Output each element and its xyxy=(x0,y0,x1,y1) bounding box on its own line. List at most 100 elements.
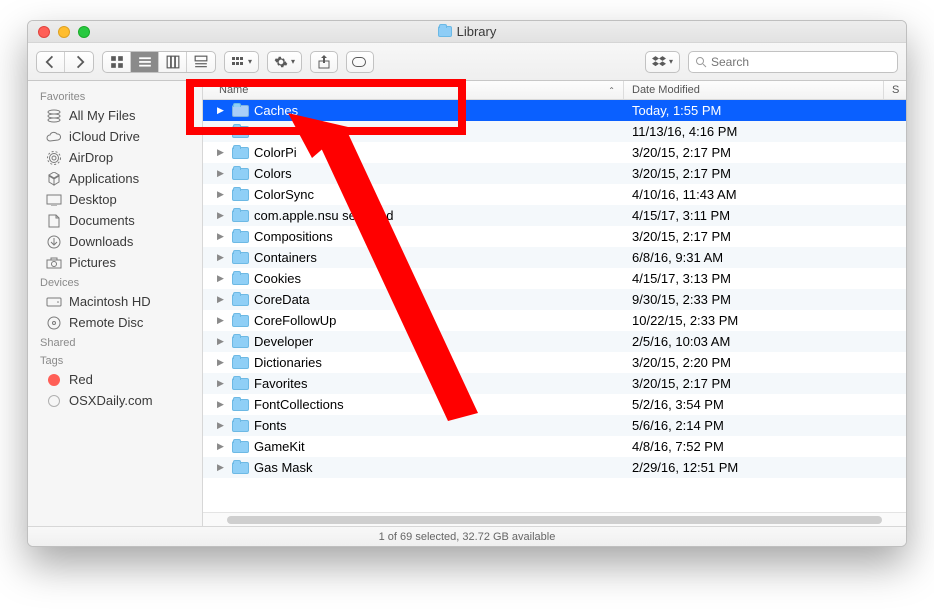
horizontal-scrollbar[interactable] xyxy=(203,512,906,526)
sidebar-item[interactable]: Desktop xyxy=(28,189,202,210)
column-view-button[interactable] xyxy=(159,52,187,72)
titlebar[interactable]: Library xyxy=(28,21,906,43)
list-view-button[interactable] xyxy=(131,52,159,72)
doc-icon xyxy=(46,214,62,228)
disclosure-triangle-icon[interactable]: ▶ xyxy=(217,105,227,116)
folder-icon xyxy=(232,231,249,243)
file-name: CoreFollowUp xyxy=(254,313,336,328)
sidebar-item-label: OSXDaily.com xyxy=(69,393,153,408)
column-header-date[interactable]: Date Modified xyxy=(624,81,884,99)
app-icon xyxy=(46,172,62,186)
disclosure-triangle-icon[interactable]: ▶ xyxy=(217,336,227,347)
file-row[interactable]: ▶Developer2/5/16, 10:03 AM xyxy=(203,331,906,352)
disclosure-triangle-icon[interactable]: ▶ xyxy=(217,126,227,137)
status-bar: 1 of 69 selected, 32.72 GB available xyxy=(28,526,906,546)
disclosure-triangle-icon[interactable]: ▶ xyxy=(217,210,227,221)
share-button[interactable] xyxy=(310,51,338,73)
sidebar-item[interactable]: iCloud Drive xyxy=(28,126,202,147)
file-row[interactable]: ▶CachesToday, 1:55 PM xyxy=(203,100,906,121)
column-header-size[interactable]: S xyxy=(884,81,906,99)
file-row[interactable]: ▶Cookies4/15/17, 3:13 PM xyxy=(203,268,906,289)
sidebar-item[interactable]: Red xyxy=(28,369,202,390)
window-proxy-icon[interactable] xyxy=(438,26,452,37)
search-field[interactable] xyxy=(688,51,898,73)
sidebar-item[interactable]: Downloads xyxy=(28,231,202,252)
file-row[interactable]: ▶GameKit4/8/16, 7:52 PM xyxy=(203,436,906,457)
disclosure-triangle-icon[interactable]: ▶ xyxy=(217,294,227,305)
disclosure-triangle-icon[interactable]: ▶ xyxy=(217,315,227,326)
sidebar-item[interactable]: Pictures xyxy=(28,252,202,273)
sidebar-item[interactable]: OSXDaily.com xyxy=(28,390,202,411)
folder-icon xyxy=(232,441,249,453)
sidebar-item[interactable]: AirDrop xyxy=(28,147,202,168)
file-date: 5/2/16, 3:54 PM xyxy=(624,397,884,412)
coverflow-view-button[interactable] xyxy=(187,52,215,72)
file-row[interactable]: ▶ColorSync4/10/16, 11:43 AM xyxy=(203,184,906,205)
file-name: Favorites xyxy=(254,376,307,391)
disclosure-triangle-icon[interactable]: ▶ xyxy=(217,252,227,263)
file-row[interactable]: ▶Colors3/20/15, 2:17 PM xyxy=(203,163,906,184)
disclosure-triangle-icon[interactable]: ▶ xyxy=(217,168,227,179)
close-window-button[interactable] xyxy=(38,26,50,38)
back-button[interactable] xyxy=(37,52,65,72)
folder-icon xyxy=(232,315,249,327)
sort-indicator-icon: ⌃ xyxy=(608,86,615,95)
file-row[interactable]: ▶Gas Mask2/29/16, 12:51 PM xyxy=(203,457,906,478)
sidebar-item-label: Macintosh HD xyxy=(69,294,151,309)
file-date: 6/8/16, 9:31 AM xyxy=(624,250,884,265)
file-row[interactable]: ▶ColorPi3/20/15, 2:17 PM xyxy=(203,142,906,163)
disclosure-triangle-icon[interactable]: ▶ xyxy=(217,378,227,389)
sidebar-item[interactable]: Macintosh HD xyxy=(28,291,202,312)
search-input[interactable] xyxy=(711,55,891,69)
sidebar-item[interactable]: Documents xyxy=(28,210,202,231)
dropbox-button[interactable]: ▾ xyxy=(645,51,680,73)
sidebar-item[interactable]: All My Files xyxy=(28,105,202,126)
file-row[interactable]: ▶ Favorites 3/20/15, 2:17 PM xyxy=(203,373,906,394)
icon-view-button[interactable] xyxy=(103,52,131,72)
scrollbar-thumb[interactable] xyxy=(227,516,882,524)
disclosure-triangle-icon[interactable]: ▶ xyxy=(217,189,227,200)
disclosure-triangle-icon[interactable]: ▶ xyxy=(217,441,227,452)
disclosure-triangle-icon[interactable]: ▶ xyxy=(217,231,227,242)
file-row[interactable]: ▶FontCollections5/2/16, 3:54 PM xyxy=(203,394,906,415)
file-row[interactable]: ▶Compositions3/20/15, 2:17 PM xyxy=(203,226,906,247)
column-header-name[interactable]: Name ⌃ xyxy=(203,81,624,99)
desktop-icon xyxy=(46,193,62,207)
file-row[interactable]: ▶CoreFollowUp10/22/15, 2:33 PM xyxy=(203,310,906,331)
disclosure-triangle-icon[interactable]: ▶ xyxy=(217,273,227,284)
file-row[interactable]: ▶Fonts5/6/16, 2:14 PM xyxy=(203,415,906,436)
disclosure-triangle-icon[interactable]: ▶ xyxy=(217,399,227,410)
action-button[interactable]: ▾ xyxy=(267,51,302,73)
disclosure-triangle-icon[interactable]: ▶ xyxy=(217,147,227,158)
folder-icon xyxy=(232,147,249,159)
file-row[interactable]: ▶com.apple.nsu sessiond4/15/17, 3:11 PM xyxy=(203,205,906,226)
chevron-down-icon: ▾ xyxy=(291,57,295,66)
down-icon xyxy=(46,235,62,249)
file-row[interactable]: ▶11/13/16, 4:16 PM xyxy=(203,121,906,142)
folder-icon xyxy=(232,210,249,222)
sidebar-section-header: Shared xyxy=(28,333,202,351)
sidebar-item-label: AirDrop xyxy=(69,150,113,165)
folder-icon xyxy=(232,294,249,306)
file-name: Fonts xyxy=(254,418,287,433)
toolbar: ▾ ▾ ▾ xyxy=(28,43,906,81)
arrange-button[interactable]: ▾ xyxy=(224,51,259,73)
column-headers: Name ⌃ Date Modified S xyxy=(203,81,906,100)
folder-icon xyxy=(232,105,249,117)
disclosure-triangle-icon[interactable]: ▶ xyxy=(217,420,227,431)
edit-tags-button[interactable] xyxy=(346,51,374,73)
file-row[interactable]: ▶Dictionaries3/20/15, 2:20 PM xyxy=(203,352,906,373)
forward-button[interactable] xyxy=(65,52,93,72)
file-date: 3/20/15, 2:17 PM xyxy=(624,376,884,391)
file-row[interactable]: ▶CoreData9/30/15, 2:33 PM xyxy=(203,289,906,310)
file-rows[interactable]: ▶CachesToday, 1:55 PM▶11/13/16, 4:16 PM▶… xyxy=(203,100,906,506)
file-date: 2/5/16, 10:03 AM xyxy=(624,334,884,349)
minimize-window-button[interactable] xyxy=(58,26,70,38)
sidebar-item[interactable]: Remote Disc xyxy=(28,312,202,333)
sidebar-item-label: Pictures xyxy=(69,255,116,270)
disclosure-triangle-icon[interactable]: ▶ xyxy=(217,357,227,368)
sidebar-item[interactable]: Applications xyxy=(28,168,202,189)
file-row[interactable]: ▶Containers6/8/16, 9:31 AM xyxy=(203,247,906,268)
disclosure-triangle-icon[interactable]: ▶ xyxy=(217,462,227,473)
zoom-window-button[interactable] xyxy=(78,26,90,38)
